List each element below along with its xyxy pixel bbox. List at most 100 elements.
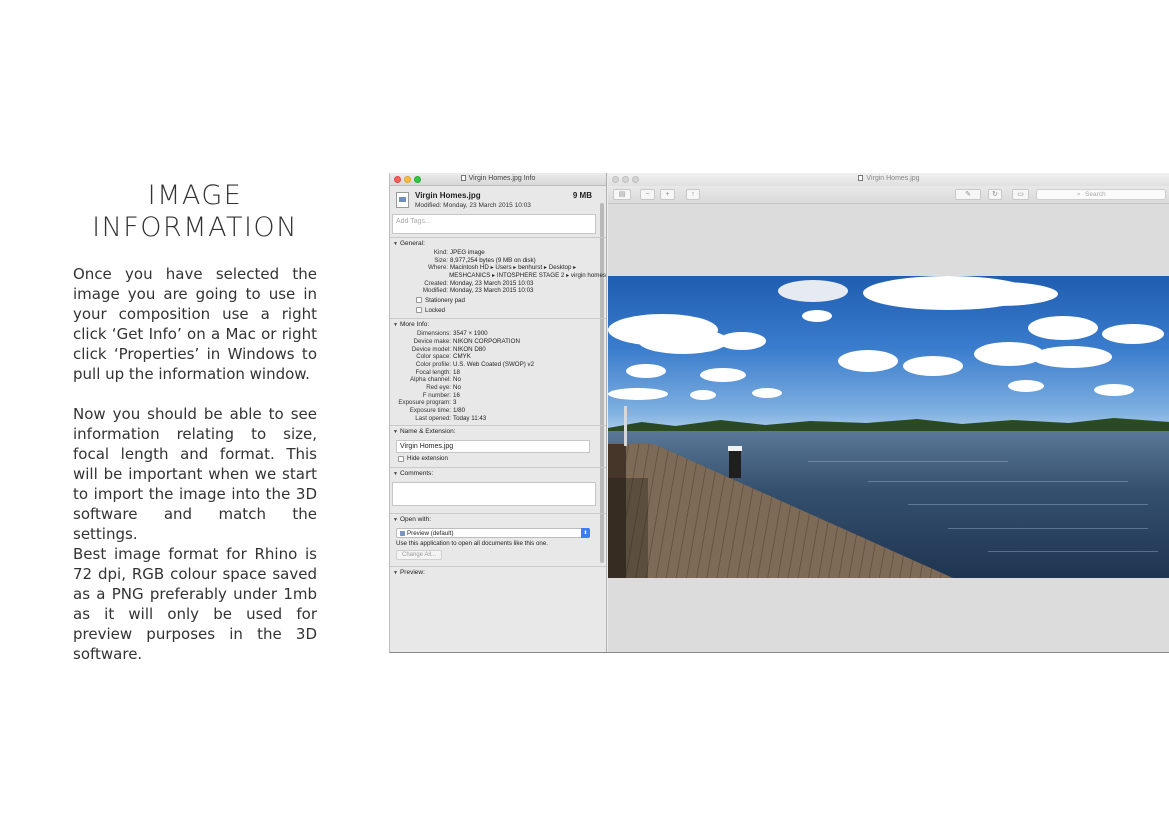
info-row: Focal length: 18 [390,369,606,377]
file-size: 9 MB [572,191,592,200]
info-row-value: No [453,376,461,384]
rotate-icon[interactable]: ↻ [988,189,1002,200]
info-row: Kind: JPEG image [390,249,606,257]
info-row: Size: 8,977,254 bytes (9 MB on disk) [390,257,606,265]
zoom-in-icon[interactable]: + [660,189,675,200]
disclosure-triangle-icon: ▼ [393,517,398,524]
paragraph-see-info: Now you should be able to see informatio… [73,405,317,543]
file-icon [460,175,466,181]
viewer-titlebar: Virgin Homes.jpg [608,173,1169,186]
info-row: Exposure time: 1/80 [390,407,606,415]
search-icon: ⌕ [1077,191,1081,198]
open-with-select[interactable]: Preview (default) ⬍ [396,528,590,539]
info-row: Red eye: No [390,384,606,392]
open-with-disclosure[interactable]: ▼ Open with: [390,516,606,525]
file-name: Virgin Homes.jpg [415,191,481,200]
stationery-checkbox[interactable]: Stationery pad [390,295,606,305]
general-disclosure[interactable]: ▼ General: [390,240,606,249]
heading-line1: IMAGE [147,180,243,211]
info-row-value: 16 [453,391,460,399]
preview-section: ▼ Preview: [390,566,606,581]
info-row: Color space: CMYK [390,353,606,361]
general-rows: Kind: JPEG image Size: 8,977,254 bytes (9 M… [390,249,606,295]
info-row: Exposure program: 3 [390,399,606,407]
info-row-key: Where: [428,264,448,272]
locked-checkbox[interactable]: Locked [390,305,606,315]
file-header: Virgin Homes.jpg 9 MB Modified: Monday, … [390,186,606,214]
info-row-value: 3547 × 1900 [453,330,488,338]
checkbox-icon[interactable] [416,307,422,314]
more-info-section: ▼ More Info: Dimensions: 3547 × 1900 Device… [390,318,606,425]
more-info-disclosure[interactable]: ▼ More Info: [390,321,606,330]
name-extension-section: ▼ Name & Extension: Virgin Homes.jpg Hide… [390,425,606,467]
comments-field[interactable] [392,482,596,507]
info-row-value: 3 [453,399,457,407]
heading-line2: INFORMATION [92,212,298,243]
zoom-out-icon[interactable]: − [640,189,655,200]
file-modified: Modified: Monday, 23 March 2015 10:03 [415,202,531,209]
markup-icon[interactable]: ✎ [955,189,981,200]
info-row-key: Focal length: [415,368,451,376]
paragraph-get-info: Once you have selected the image you are… [73,265,317,383]
select-arrows-icon[interactable]: ⬍ [581,528,590,539]
disclosure-triangle-icon: ▼ [393,241,398,247]
viewer-title: Virgin Homes.jpg [608,175,1169,182]
disclosure-triangle-icon: ▼ [393,322,398,329]
info-row-key: Color profile: [415,360,451,368]
info-row-key: Device make: [413,337,451,345]
info-row-value: U.S. Web Coated (SWOP) v2 [453,360,535,368]
info-row-value: MESHCANICS ▸ INTOSPHERE STAGE 2 ▸ virgin… [449,272,606,280]
info-row-value: JPEG image [450,249,485,256]
info-row-key: Size: [434,256,448,264]
jpeg-file-icon [396,192,409,208]
info-row: Device model: NIKON D80 [390,346,606,354]
hide-extension-checkbox[interactable]: Hide extension [390,453,606,464]
info-row: Color profile: U.S. Web Coated (SWOP) v2 [390,361,606,369]
info-row-value: 8,977,254 bytes (9 MB on disk) [450,256,536,264]
info-row: F number: 16 [390,392,606,400]
info-row-value: Monday, 23 March 2015 10:03 [450,279,534,287]
info-window-title: Virgin Homes.jpg Info [390,175,606,182]
info-row: Dimensions: 3547 × 1900 [390,330,606,338]
info-row-key [390,272,449,280]
search-input[interactable]: ⌕ Search [1036,189,1166,200]
share-icon[interactable]: ↑ [686,189,700,200]
disclosure-triangle-icon: ▼ [393,570,398,577]
info-row-value: Macintosh HD ▸ Users ▸ benhurst ▸ Deskto… [450,264,577,272]
name-extension-disclosure[interactable]: ▼ Name & Extension: [390,428,606,437]
info-row-key: Modified: [422,287,448,295]
info-row-value: Monday, 23 March 2015 10:03 [450,287,534,295]
checkbox-icon[interactable] [416,297,422,304]
info-row: Device make: NIKON CORPORATION [390,338,606,346]
info-row: Where: Macintosh HD ▸ Users ▸ benhurst ▸ … [390,264,606,272]
sidebar-icon[interactable]: ▤ [613,189,631,200]
open-with-section: ▼ Open with: Preview (default) ⬍ Use this … [390,513,606,563]
checkbox-icon[interactable] [398,455,404,462]
info-row-value: Today 11:43 [453,414,487,422]
screenshot: Virgin Homes.jpg Info Virgin Homes.jpg 9… [389,173,1169,653]
info-row-value: NIKON D80 [453,345,486,353]
toolbox-icon[interactable]: ▭ [1012,189,1029,200]
info-row-key: Created: [424,279,448,287]
file-icon [858,175,864,181]
info-row-value: CMYK [453,353,471,361]
info-row-key: Last opened: [415,414,451,422]
info-row-key: Color space: [416,353,451,361]
disclosure-triangle-icon: ▼ [393,471,398,478]
info-row-key: Exposure program: [398,399,451,407]
comments-disclosure[interactable]: ▼ Comments: [390,470,606,479]
preview-app-window: Virgin Homes.jpg ▤ − + ↑ ✎ ↻ ▭ ⌕ Search [608,173,1169,652]
info-row: Alpha channel: No [390,376,606,384]
info-row-key: Exposure time: [409,407,451,414]
info-row: Modified: Monday, 23 March 2015 10:03 [390,287,606,295]
tags-input[interactable]: Add Tags... [392,214,596,234]
change-all-button[interactable]: Change All... [396,550,442,561]
info-row-value: No [453,383,461,391]
preview-disclosure[interactable]: ▼ Preview: [390,569,606,578]
info-window: Virgin Homes.jpg Info Virgin Homes.jpg 9… [390,173,607,652]
name-field[interactable]: Virgin Homes.jpg [396,440,590,454]
info-row-key: Red eye: [426,383,451,391]
info-row-key: Kind: [433,249,448,256]
info-row-key: Device model: [411,345,451,353]
info-row-key: F number: [422,391,451,399]
